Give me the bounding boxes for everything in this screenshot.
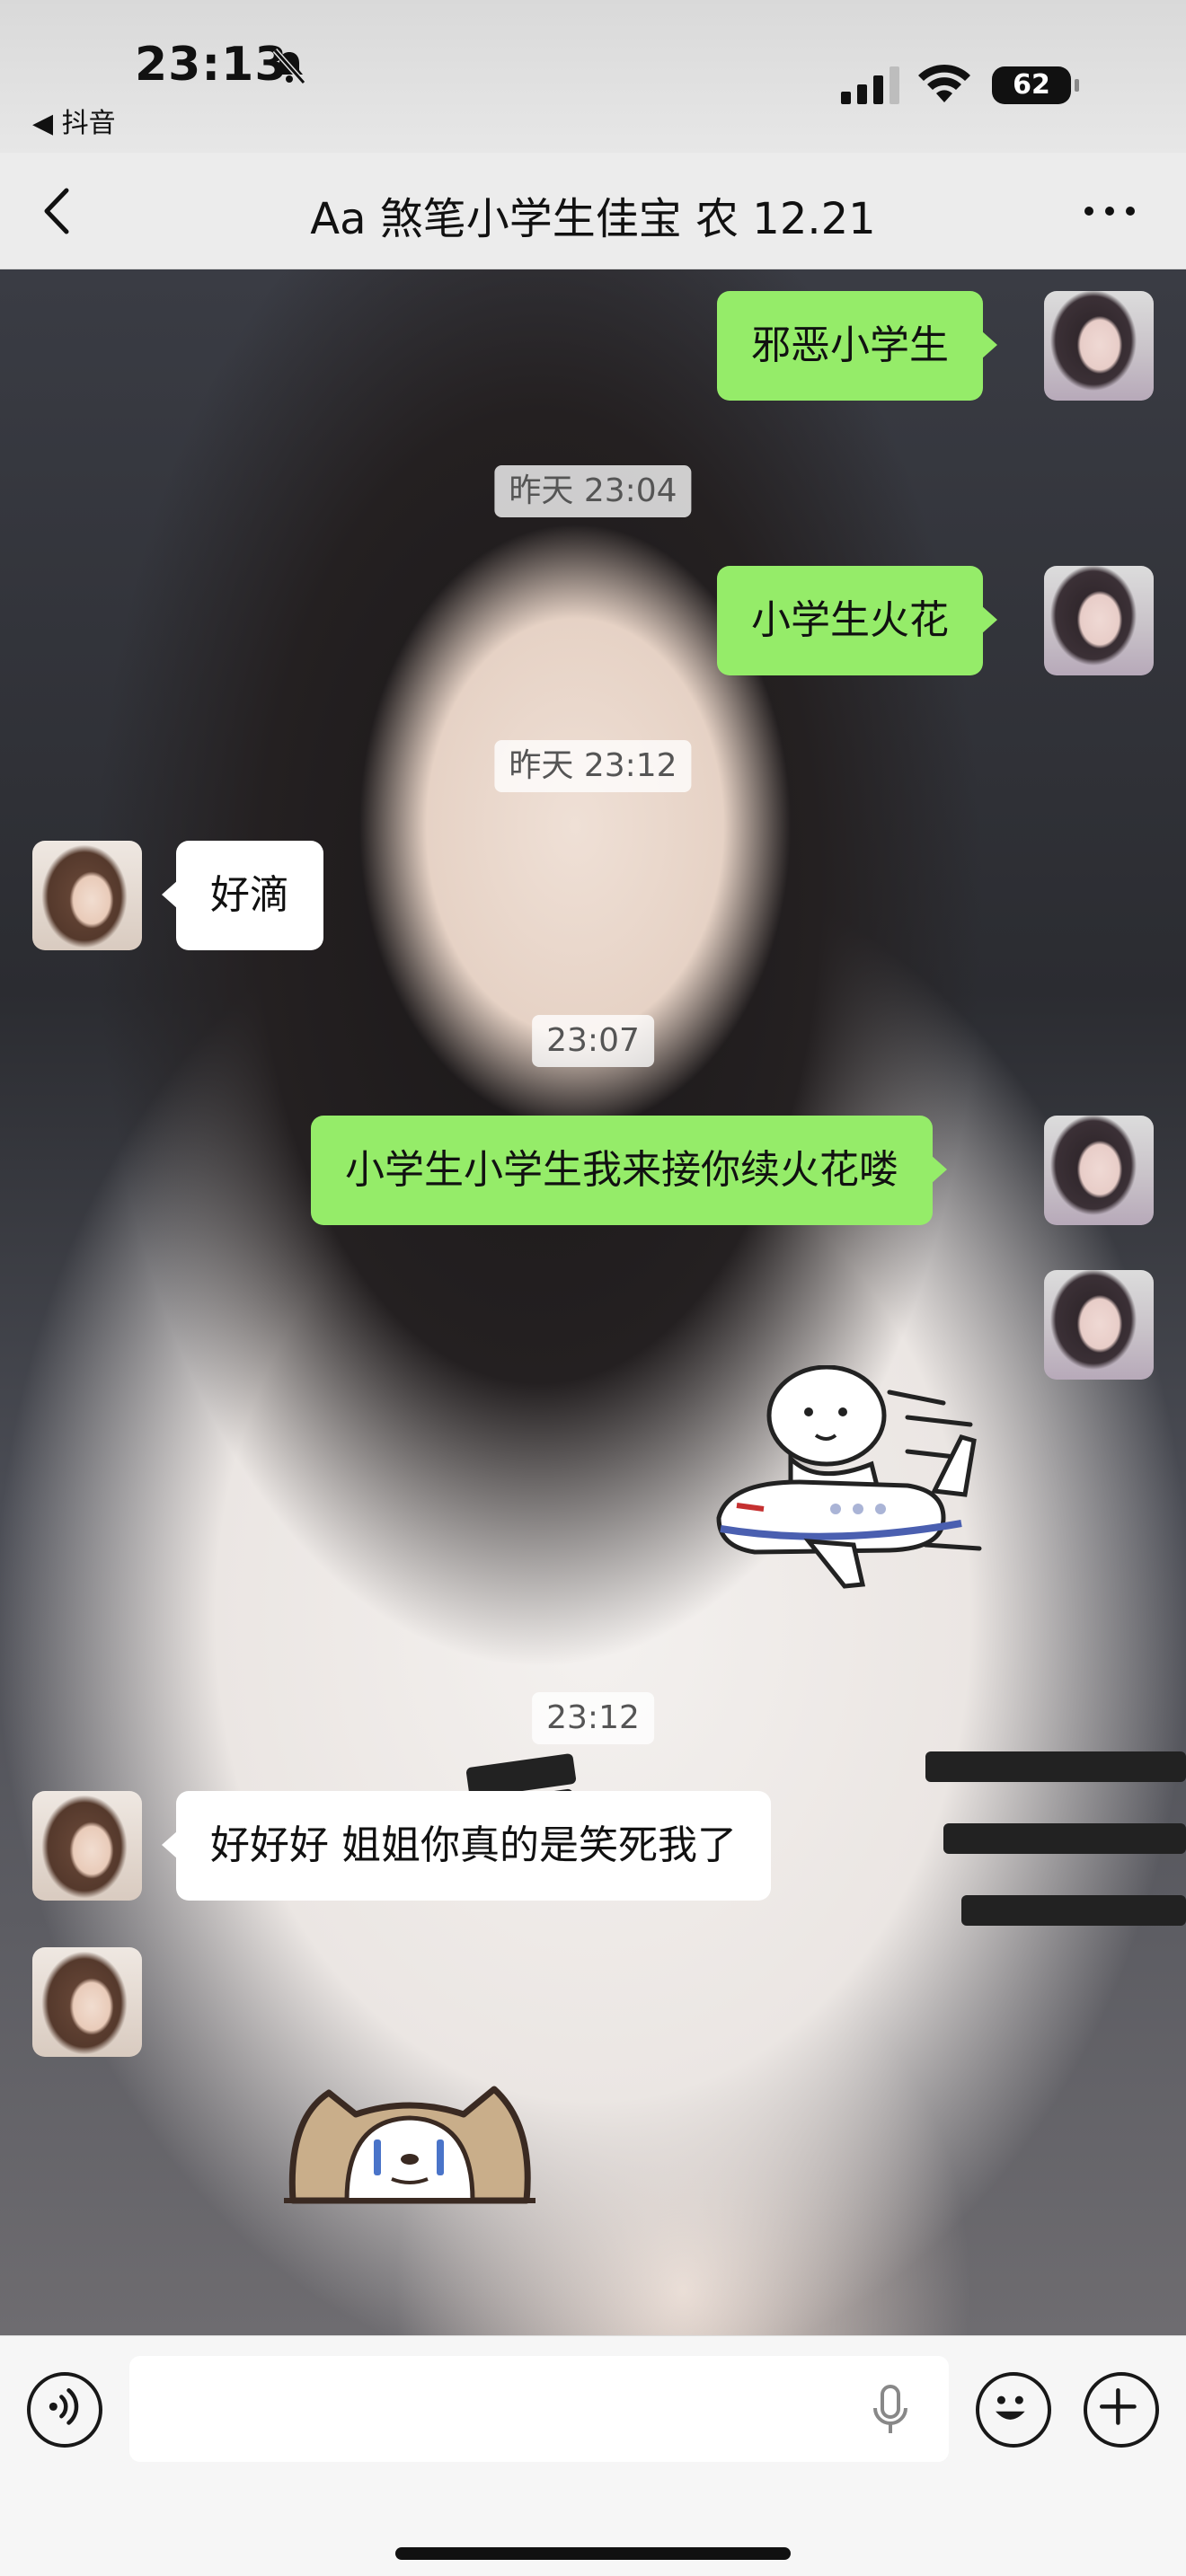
dress-stripe [943, 1823, 1186, 1854]
message-timestamp: 23:07 [532, 1015, 654, 1067]
avatar-self[interactable] [1044, 1270, 1154, 1380]
back-to-app-link[interactable]: ◀ 抖音 [32, 101, 116, 140]
message-bubble-self[interactable]: 小学生小学生我来接你续火花喽 [311, 1116, 947, 1225]
avatar-self[interactable] [1044, 566, 1154, 675]
avatar-self[interactable] [1044, 1116, 1154, 1225]
dress-stripe [961, 1895, 1186, 1926]
avatar-contact[interactable] [32, 1947, 142, 2057]
emoji-icon[interactable] [976, 2372, 1051, 2448]
avatar-contact[interactable] [32, 1791, 142, 1901]
message-input-bar [0, 2335, 1186, 2576]
dress-stripe [925, 1751, 1186, 1782]
message-timestamp: 23:12 [532, 1692, 654, 1744]
message-timestamp: 昨天 23:04 [494, 465, 692, 517]
avatar-contact[interactable] [32, 841, 142, 950]
message-bubble-contact[interactable]: 好滴 [162, 841, 323, 950]
message-timestamp: 昨天 23:12 [494, 740, 692, 792]
voice-icon[interactable] [27, 2372, 102, 2448]
chevron-left-icon[interactable] [36, 180, 81, 243]
airplane-rider-sticker[interactable] [701, 1365, 997, 1599]
avatar-self[interactable] [1044, 291, 1154, 401]
message-bubble-self[interactable]: 邪恶小学生 [717, 291, 997, 401]
home-indicator [395, 2547, 791, 2560]
message-input[interactable] [129, 2356, 949, 2462]
plus-icon[interactable] [1084, 2372, 1159, 2448]
chat-title: Aa 煞笔小学生佳宝 农 12.21 [310, 194, 876, 244]
chat-header: Aa 煞笔小学生佳宝 农 12.21 [0, 153, 1186, 269]
signal-icon [841, 66, 899, 104]
message-bubble-contact[interactable]: 好好好 姐姐你真的是笑死我了 [162, 1791, 771, 1901]
crying-cat-sticker[interactable] [284, 2066, 535, 2219]
more-dots-icon[interactable] [1078, 198, 1141, 225]
bell-mute-icon [272, 49, 306, 84]
wifi-icon [918, 64, 970, 102]
battery-icon: 62 [992, 66, 1079, 104]
status-time: 23:13 [135, 38, 288, 92]
message-bubble-self[interactable]: 小学生火花 [717, 566, 997, 675]
microphone-icon[interactable] [868, 2383, 913, 2437]
status-bar: 23:13 ◀ 抖音 62 [0, 0, 1186, 153]
chat-background-photo [0, 269, 1186, 2335]
